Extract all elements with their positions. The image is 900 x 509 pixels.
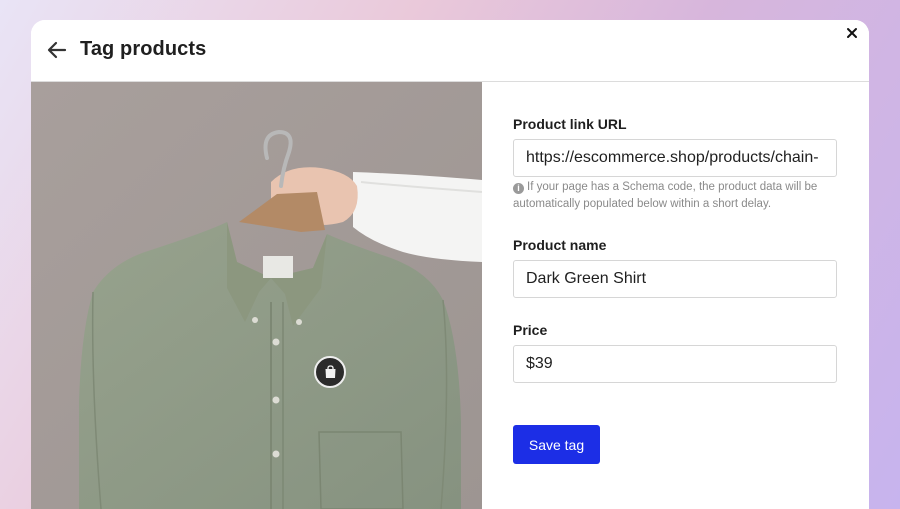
modal-header: Tag products: [31, 20, 869, 82]
arrow-left-icon: [47, 41, 67, 59]
info-icon: i: [513, 183, 524, 194]
product-image: [31, 82, 482, 509]
close-icon: [847, 28, 857, 38]
price-input[interactable]: [513, 345, 837, 383]
product-url-input[interactable]: [513, 139, 837, 177]
save-tag-button[interactable]: Save tag: [513, 425, 600, 464]
back-button[interactable]: [45, 38, 69, 62]
shopping-bag-icon: [325, 365, 336, 378]
url-hint-text: If your page has a Schema code, the prod…: [513, 181, 818, 210]
url-hint: i If your page has a Schema code, the pro…: [513, 179, 843, 213]
price-label: Price: [513, 322, 548, 338]
tag-products-modal: Tag products Product link URL https://es…: [31, 20, 869, 509]
url-label: Product link URL: [513, 116, 627, 132]
close-button[interactable]: [844, 25, 860, 41]
product-tag-pin[interactable]: [314, 356, 346, 388]
product-name-input[interactable]: [513, 260, 837, 298]
page-title: Tag products: [80, 38, 207, 60]
product-name-label: Product name: [513, 237, 607, 253]
shirt-photo: [31, 82, 482, 509]
